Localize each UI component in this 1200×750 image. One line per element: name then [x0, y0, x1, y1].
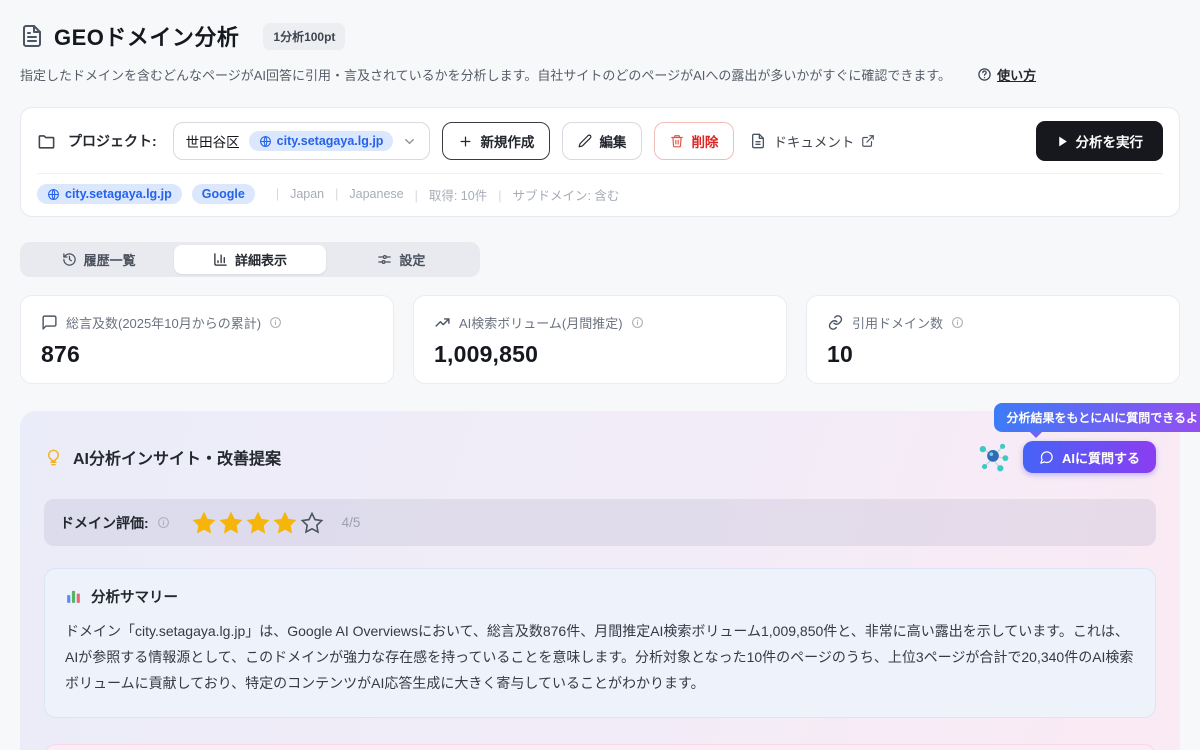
tab-history-label: 履歴一覧 — [84, 250, 136, 269]
info-icon[interactable] — [157, 516, 170, 529]
summary-body: ドメイン「city.setagaya.lg.jp」は、Google AI Ove… — [65, 619, 1135, 697]
star-icon — [219, 511, 243, 535]
page-header: GEOドメイン分析 1分析100pt 指定したドメインを含むどんなページがAI回… — [20, 20, 1180, 84]
ask-ai-button[interactable]: AIに質問する — [1023, 441, 1156, 473]
tab-settings-label: 設定 — [399, 250, 425, 269]
ai-mascot-icon — [975, 439, 1011, 475]
rating-label: ドメイン評価: — [60, 513, 149, 533]
chevron-down-icon — [402, 134, 417, 149]
chat-bubble-icon — [1039, 450, 1054, 465]
meta-language: Japanese — [324, 187, 403, 201]
globe-icon — [47, 188, 60, 201]
summary-title: 分析サマリー — [91, 586, 178, 607]
info-icon[interactable] — [269, 316, 282, 329]
meta-subdomain: サブドメイン: 含む — [487, 185, 619, 204]
play-icon — [1056, 135, 1069, 148]
stat-mentions-label: 総言及数(2025年10月からの累計) — [66, 313, 261, 332]
tab-history[interactable]: 履歴一覧 — [23, 245, 174, 274]
delete-button[interactable]: 削除 — [654, 122, 734, 160]
project-domain-pill: city.setagaya.lg.jp — [249, 131, 394, 151]
page-description: 指定したドメインを含むどんなページがAI回答に引用・言及されているかを分析します… — [20, 65, 951, 84]
project-select-name: 世田谷区 — [186, 131, 240, 151]
edit-label: 編集 — [599, 131, 626, 151]
stats-row: 総言及数(2025年10月からの累計) 876 AI検索ボリューム(月間推定) … — [20, 295, 1180, 384]
meta-country: Japan — [265, 187, 324, 201]
stat-volume-value: 1,009,850 — [434, 341, 766, 368]
engine-tag: Google — [192, 184, 255, 204]
sliders-icon — [377, 252, 392, 267]
new-project-label: 新規作成 — [480, 131, 534, 151]
bar-chart-icon — [213, 252, 228, 267]
page-title: GEOドメイン分析 — [54, 20, 239, 52]
help-link[interactable]: 使い方 — [977, 65, 1036, 84]
colored-chart-icon — [65, 588, 82, 605]
help-circle-icon — [977, 67, 992, 82]
domain-rating-bar: ドメイン評価: 4/5 — [44, 499, 1156, 546]
trending-up-icon — [434, 314, 451, 331]
trash-icon — [670, 134, 684, 148]
history-icon — [62, 252, 77, 267]
tab-details[interactable]: 詳細表示 — [174, 245, 325, 274]
page: GEOドメイン分析 1分析100pt 指定したドメインを含むどんなページがAI回… — [0, 0, 1200, 750]
run-analysis-button[interactable]: 分析を実行 — [1036, 121, 1164, 161]
run-analysis-label: 分析を実行 — [1076, 131, 1144, 151]
view-tabbar: 履歴一覧 詳細表示 設定 — [20, 242, 480, 277]
star-icon — [273, 511, 297, 535]
star-icon — [246, 511, 270, 535]
stat-domains-label: 引用ドメイン数 — [852, 313, 943, 332]
plus-icon — [458, 134, 473, 149]
external-link-icon — [861, 134, 875, 148]
project-meta: Japan Japanese 取得: 10件 サブドメイン: 含む — [265, 185, 620, 204]
ask-ai-tooltip: 分析結果をもとにAIに質問できるよ！ — [994, 403, 1200, 432]
star-icon — [192, 511, 216, 535]
analysis-summary-card: 分析サマリー ドメイン「city.setagaya.lg.jp」は、Google… — [44, 568, 1156, 718]
credit-badge: 1分析100pt — [263, 23, 345, 50]
edit-button[interactable]: 編集 — [562, 122, 642, 160]
help-link-label: 使い方 — [997, 65, 1036, 84]
document-icon — [20, 24, 44, 48]
ai-insight-panel: AI分析インサイト・改善提案 分析結果をもとに — [20, 411, 1180, 750]
project-tags-row: city.setagaya.lg.jp Google Japan Japanes… — [37, 173, 1163, 216]
new-project-button[interactable]: 新規作成 — [442, 122, 550, 160]
info-icon[interactable] — [951, 316, 964, 329]
folder-icon — [37, 132, 56, 151]
domain-tag-label: city.setagaya.lg.jp — [65, 187, 172, 201]
stat-card-volume: AI検索ボリューム(月間推定) 1,009,850 — [413, 295, 787, 384]
file-icon — [750, 133, 766, 149]
ask-ai-label: AIに質問する — [1062, 448, 1140, 467]
link-icon — [827, 314, 844, 331]
key-findings-card: 主な発見 — [44, 744, 1156, 750]
rating-stars — [192, 511, 324, 535]
project-panel: プロジェクト: 世田谷区 city.setagaya.lg.jp 新規作成 — [20, 107, 1180, 217]
project-select[interactable]: 世田谷区 city.setagaya.lg.jp — [173, 122, 431, 160]
ai-section-title: AI分析インサイト・改善提案 — [73, 445, 281, 469]
domain-tag: city.setagaya.lg.jp — [37, 184, 182, 204]
rating-value: 4/5 — [342, 515, 361, 530]
docs-label: ドキュメント — [773, 131, 854, 151]
delete-label: 削除 — [691, 131, 718, 151]
docs-link[interactable]: ドキュメント — [750, 131, 875, 151]
message-square-icon — [41, 314, 58, 331]
stat-card-domains: 引用ドメイン数 10 — [806, 295, 1180, 384]
lightbulb-icon — [44, 448, 63, 467]
stat-volume-label: AI検索ボリューム(月間推定) — [459, 313, 623, 332]
project-domain-label: city.setagaya.lg.jp — [277, 134, 384, 148]
tab-settings[interactable]: 設定 — [326, 245, 477, 274]
globe-icon — [259, 135, 272, 148]
stat-domains-value: 10 — [827, 341, 1159, 368]
engine-tag-label: Google — [202, 187, 245, 201]
stat-card-mentions: 総言及数(2025年10月からの累計) 876 — [20, 295, 394, 384]
tab-details-label: 詳細表示 — [235, 250, 287, 269]
stat-mentions-value: 876 — [41, 341, 373, 368]
star-icon — [300, 511, 324, 535]
meta-fetch-count: 取得: 10件 — [404, 185, 488, 204]
info-icon[interactable] — [631, 316, 644, 329]
pencil-icon — [578, 134, 592, 148]
project-label: プロジェクト: — [68, 131, 157, 151]
